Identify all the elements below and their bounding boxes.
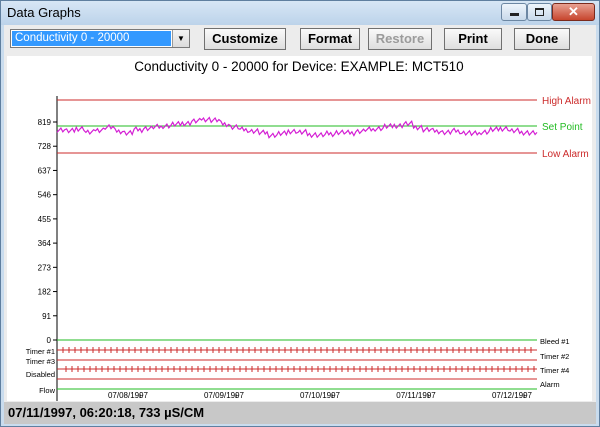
digital-channel-label-right: Timer #4 bbox=[540, 366, 569, 375]
x-tick-label-date: 07/11/1997 bbox=[396, 391, 436, 400]
chart-title: Conductivity 0 - 20000 for Device: EXAMP… bbox=[134, 59, 463, 74]
format-button[interactable]: Format bbox=[300, 28, 360, 50]
minimize-icon bbox=[510, 13, 519, 16]
channel-selector-value: Conductivity 0 - 20000 bbox=[12, 31, 171, 46]
close-icon: ✕ bbox=[568, 4, 579, 19]
digital-channel-label-right: Timer #2 bbox=[540, 352, 569, 361]
x-tick-label-date: 07/10/1997 bbox=[300, 391, 341, 400]
digital-channel-label-left: Flow bbox=[39, 386, 55, 395]
done-button[interactable]: Done bbox=[514, 28, 570, 50]
digital-channel-label-left: Timer #1 bbox=[26, 347, 55, 356]
threshold-label: High Alarm bbox=[542, 96, 591, 107]
minimize-button[interactable] bbox=[501, 3, 527, 21]
status-bar: 07/11/1997, 06:20:18, 733 µS/CM bbox=[4, 402, 596, 424]
x-tick-label-date: 07/12/1997 bbox=[492, 391, 533, 400]
threshold-label: Set Point bbox=[542, 122, 583, 133]
y-tick-label: 273 bbox=[38, 263, 52, 272]
x-tick-label-date: 07/08/1997 bbox=[108, 391, 149, 400]
threshold-label: Low Alarm bbox=[542, 149, 589, 160]
data-graphs-window: Data Graphs ✕ Conductivity 0 - 20000 ▼ C… bbox=[0, 0, 600, 427]
toolbar: Conductivity 0 - 20000 ▼ Customize Forma… bbox=[4, 25, 596, 55]
digital-channel-label-left: Timer #3 bbox=[26, 357, 55, 366]
y-tick-label: 819 bbox=[38, 118, 52, 127]
graph-panel: Conductivity 0 - 20000 for Device: EXAMP… bbox=[7, 56, 592, 401]
customize-button[interactable]: Customize bbox=[204, 28, 286, 50]
y-tick-label: 546 bbox=[38, 191, 52, 200]
channel-selector[interactable]: Conductivity 0 - 20000 ▼ bbox=[10, 29, 190, 48]
status-readout: 07/11/1997, 06:20:18, 733 µS/CM bbox=[8, 405, 205, 420]
digital-channel-label-left: Disabled bbox=[26, 370, 55, 379]
y-tick-label: 637 bbox=[38, 166, 52, 175]
x-tick-label-date: 07/09/1997 bbox=[204, 391, 245, 400]
digital-channel-label-right: Alarm bbox=[540, 380, 560, 389]
conductivity-chart[interactable]: Conductivity 0 - 20000 for Device: EXAMP… bbox=[7, 56, 592, 401]
y-tick-label: 364 bbox=[38, 239, 52, 248]
y-tick-label: 182 bbox=[38, 288, 52, 297]
y-tick-label: 455 bbox=[38, 215, 52, 224]
print-button[interactable]: Print bbox=[444, 28, 502, 50]
close-button[interactable]: ✕ bbox=[552, 3, 595, 21]
y-tick-label: 91 bbox=[42, 312, 51, 321]
dropdown-arrow-icon[interactable]: ▼ bbox=[172, 30, 189, 47]
title-bar[interactable]: Data Graphs ✕ bbox=[1, 1, 599, 25]
digital-channel-label-right: Bleed #1 bbox=[540, 337, 570, 346]
restore-button[interactable]: Restore bbox=[368, 28, 432, 50]
maximize-button[interactable] bbox=[527, 3, 552, 21]
window-title: Data Graphs bbox=[7, 5, 81, 20]
conductivity-series-line bbox=[56, 116, 538, 139]
y-tick-label: 728 bbox=[38, 142, 52, 151]
y-tick-label: 0 bbox=[47, 336, 52, 345]
client-area: Conductivity 0 - 20000 ▼ Customize Forma… bbox=[4, 25, 596, 424]
maximize-icon bbox=[535, 8, 544, 16]
